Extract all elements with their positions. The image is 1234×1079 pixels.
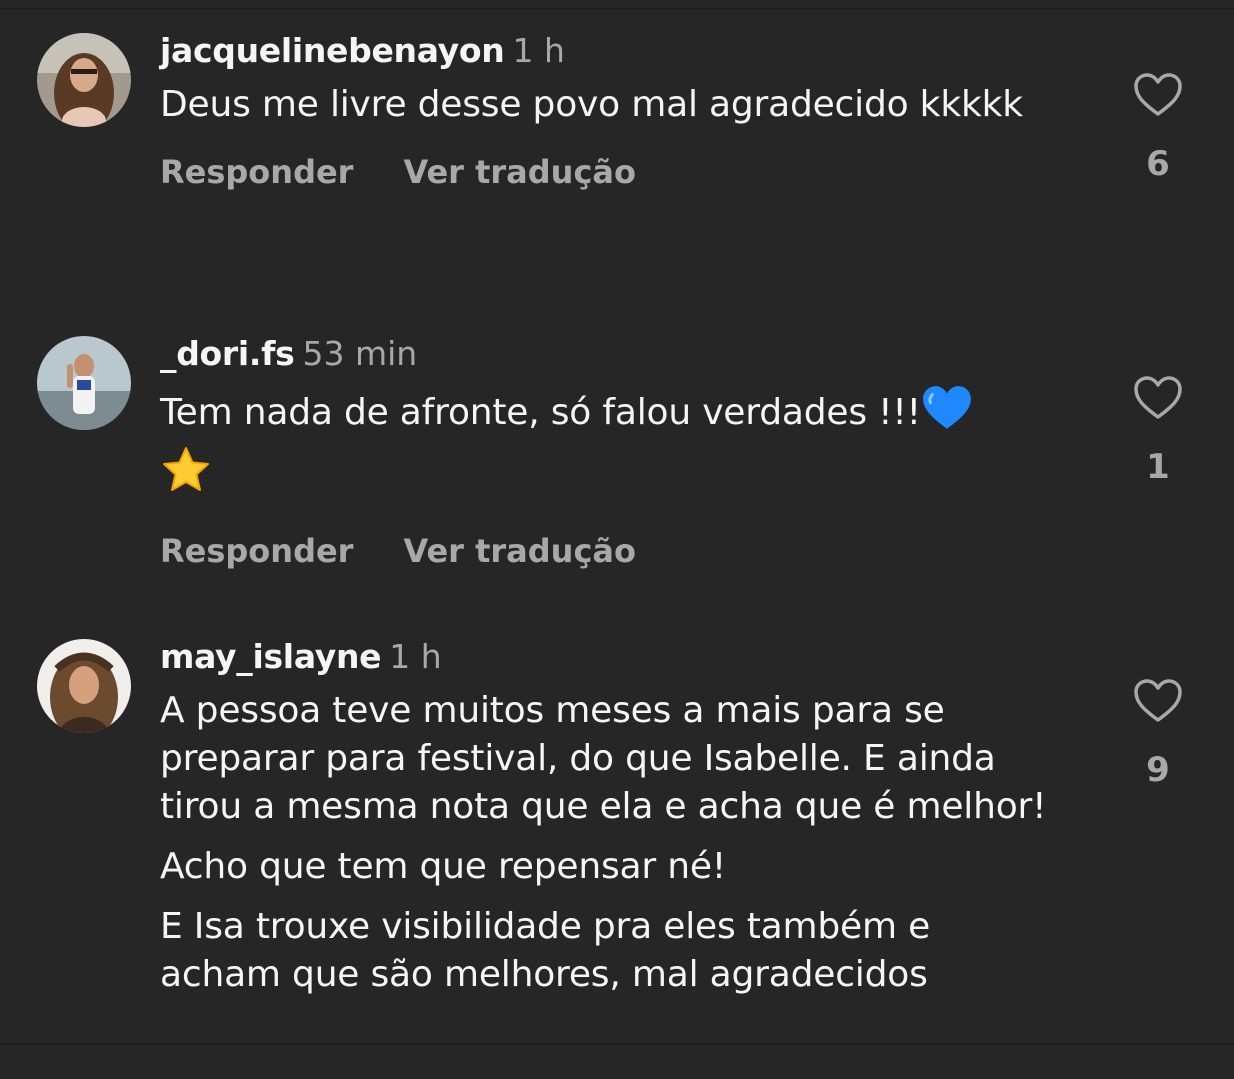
username[interactable]: jacquelinebenayon [160,31,505,70]
comment-actions: Responder Ver tradução [160,532,1060,570]
comment-meta: jacquelinebenayon 1 h [160,31,1060,71]
comment-actions: Responder Ver tradução [160,153,1060,191]
like-count: 1 [1146,447,1170,487]
avatar[interactable] [37,336,131,430]
see-translation-button[interactable]: Ver tradução [403,153,636,191]
comment-time: 53 min [302,334,418,373]
like-section: 1 [1128,375,1188,487]
comment-meta: may_islayne 1 h [160,637,1060,677]
see-translation-button[interactable]: Ver tradução [403,532,636,570]
username[interactable]: may_islayne [160,637,382,676]
avatar[interactable] [37,33,131,127]
comment-time: 1 h [512,31,565,70]
reply-button[interactable]: Responder [160,532,353,570]
comment-text: A pessoa teve muitos meses a mais para s… [160,687,1060,999]
comment-time: 1 h [389,637,442,676]
comment-paragraph: E Isa trouxe visibilidade pra eles també… [160,906,931,995]
comment-paragraph: Deus me livre desse povo mal agradecido … [160,84,1023,125]
star-emoji-icon [160,445,212,508]
avatar[interactable] [37,639,131,733]
heart-outline-icon[interactable] [1128,375,1188,421]
like-section: 9 [1128,678,1188,790]
comment-paragraph-text: Tem nada de afronte, só falou verdades !… [160,392,921,433]
username[interactable]: _dori.fs [160,334,295,373]
like-count: 6 [1146,144,1170,184]
comment-paragraph: A pessoa teve muitos meses a mais para s… [160,690,1047,827]
comment-paragraph: Acho que tem que repensar né! [160,846,726,887]
like-count: 9 [1146,750,1170,790]
blue-heart-emoji-icon [921,384,973,445]
comments-list: jacquelinebenayon 1 h Deus me livre desse… [0,0,1234,1043]
comment-text: Tem nada de afronte, só falou verdades !… [160,384,1060,508]
comment-meta: _dori.fs 53 min [160,334,1060,374]
heart-outline-icon[interactable] [1128,72,1188,118]
like-section: 6 [1128,72,1188,184]
comment-text: Deus me livre desse povo mal agradecido … [160,81,1060,129]
reply-button[interactable]: Responder [160,153,353,191]
heart-outline-icon[interactable] [1128,678,1188,724]
bottom-bar [0,1043,1234,1079]
comment-paragraph: Tem nada de afronte, só falou verdades !… [160,384,1060,508]
